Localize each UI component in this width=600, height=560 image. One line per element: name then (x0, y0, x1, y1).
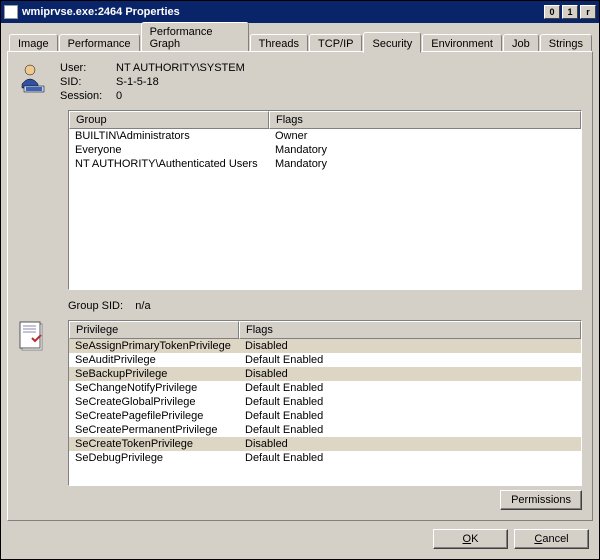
cancel-button[interactable]: Cancel (514, 529, 589, 549)
tab-security[interactable]: Security (363, 32, 421, 53)
table-row[interactable]: SeCreateTokenPrivilegeDisabled (69, 437, 581, 451)
group-name: NT AUTHORITY\Authenticated Users (69, 157, 269, 171)
groups-header-flags[interactable]: Flags (269, 111, 581, 129)
tab-tcp-ip[interactable]: TCP/IP (309, 34, 362, 52)
user-icon (18, 62, 50, 94)
privilege-flags: Default Enabled (239, 423, 581, 437)
privilege-flags: Default Enabled (239, 395, 581, 409)
privilege-flags: Default Enabled (239, 409, 581, 423)
ok-button[interactable]: OK (433, 529, 508, 549)
privilege-flags: Disabled (239, 437, 581, 451)
sid-value: S-1-5-18 (116, 76, 245, 88)
privilege-flags: Default Enabled (239, 381, 581, 395)
window-title: wmiprvse.exe:2464 Properties (22, 6, 542, 18)
table-row[interactable]: SeDebugPrivilegeDefault Enabled (69, 451, 581, 465)
maximize-button[interactable]: 1 (562, 5, 578, 19)
privilege-name: SeCreateGlobalPrivilege (69, 395, 239, 409)
group-sid-value: n/a (135, 300, 150, 312)
privilege-name: SeChangeNotifyPrivilege (69, 381, 239, 395)
session-value: 0 (116, 90, 245, 102)
table-row[interactable]: SeCreateGlobalPrivilegeDefault Enabled (69, 395, 581, 409)
table-row[interactable]: SeChangeNotifyPrivilegeDefault Enabled (69, 381, 581, 395)
tab-performance-graph[interactable]: Performance Graph (141, 22, 249, 52)
user-label: User: (60, 62, 110, 74)
priv-header-flags[interactable]: Flags (239, 321, 581, 339)
privilege-name: SeBackupPrivilege (69, 367, 239, 381)
groups-header-group[interactable]: Group (69, 111, 269, 129)
privilege-name: SeDebugPrivilege (69, 451, 239, 465)
privilege-icon (18, 320, 50, 510)
table-row[interactable]: SeAuditPrivilegeDefault Enabled (69, 353, 581, 367)
tab-performance[interactable]: Performance (59, 34, 140, 52)
tab-strings[interactable]: Strings (540, 34, 592, 52)
groups-list[interactable]: Group Flags BUILTIN\AdministratorsOwnerE… (68, 110, 582, 290)
privilege-flags: Default Enabled (239, 353, 581, 367)
table-row[interactable]: SeBackupPrivilegeDisabled (69, 367, 581, 381)
user-value: NT AUTHORITY\SYSTEM (116, 62, 245, 74)
security-info: User: NT AUTHORITY\SYSTEM SID: S-1-5-18 … (60, 62, 245, 102)
privilege-name: SeCreateTokenPrivilege (69, 437, 239, 451)
table-row[interactable]: BUILTIN\AdministratorsOwner (69, 129, 581, 143)
privilege-flags: Disabled (239, 367, 581, 381)
session-label: Session: (60, 90, 110, 102)
group-name: Everyone (69, 143, 269, 157)
privilege-name: SeAuditPrivilege (69, 353, 239, 367)
privilege-flags: Disabled (239, 339, 581, 353)
group-flags: Mandatory (269, 157, 581, 171)
close-button[interactable]: r (580, 5, 596, 19)
minimize-button[interactable]: 0 (544, 5, 560, 19)
table-row[interactable]: SeCreatePermanentPrivilegeDefault Enable… (69, 423, 581, 437)
properties-window: wmiprvse.exe:2464 Properties 0 1 r Image… (0, 0, 600, 560)
tabstrip: ImagePerformancePerformance GraphThreads… (7, 29, 593, 51)
tab-image[interactable]: Image (9, 34, 58, 52)
table-row[interactable]: SeCreatePagefilePrivilegeDefault Enabled (69, 409, 581, 423)
dialog-buttons: OK Cancel (7, 521, 593, 553)
app-icon (4, 5, 18, 19)
privilege-name: SeAssignPrimaryTokenPrivilege (69, 339, 239, 353)
group-name: BUILTIN\Administrators (69, 129, 269, 143)
tab-threads[interactable]: Threads (250, 34, 308, 52)
permissions-button[interactable]: Permissions (500, 490, 582, 510)
table-row[interactable]: NT AUTHORITY\Authenticated UsersMandator… (69, 157, 581, 171)
titlebar[interactable]: wmiprvse.exe:2464 Properties 0 1 r (1, 1, 599, 23)
group-sid-label: Group SID: (68, 300, 123, 312)
table-row[interactable]: SeAssignPrimaryTokenPrivilegeDisabled (69, 339, 581, 353)
group-flags: Owner (269, 129, 581, 143)
table-row[interactable]: EveryoneMandatory (69, 143, 581, 157)
group-flags: Mandatory (269, 143, 581, 157)
privilege-name: SeCreatePermanentPrivilege (69, 423, 239, 437)
tab-environment[interactable]: Environment (422, 34, 502, 52)
tab-job[interactable]: Job (503, 34, 539, 52)
sid-label: SID: (60, 76, 110, 88)
privilege-flags: Default Enabled (239, 451, 581, 465)
privileges-list[interactable]: Privilege Flags SeAssignPrimaryTokenPriv… (68, 320, 582, 486)
privilege-name: SeCreatePagefilePrivilege (69, 409, 239, 423)
priv-header-privilege[interactable]: Privilege (69, 321, 239, 339)
security-tab-panel: User: NT AUTHORITY\SYSTEM SID: S-1-5-18 … (7, 51, 593, 521)
